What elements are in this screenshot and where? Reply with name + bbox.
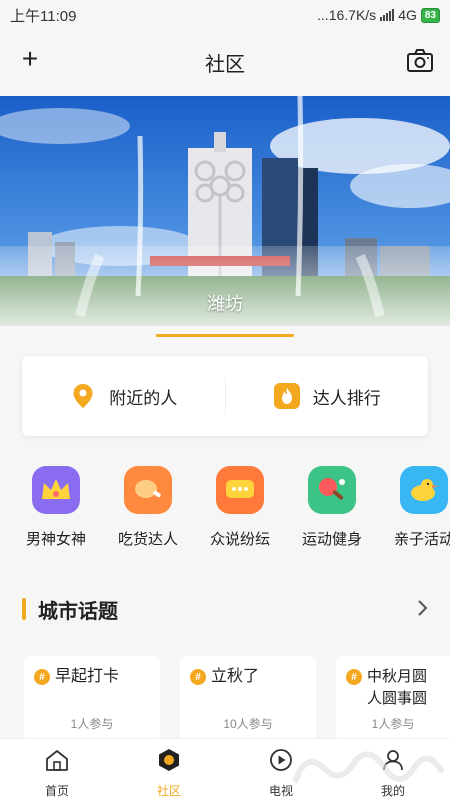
watermark-logo	[293, 751, 444, 783]
category-item[interactable]: 吃货达人	[102, 466, 194, 549]
status-time: 上午11:09	[10, 7, 77, 25]
category-item[interactable]: 男神女神	[10, 466, 102, 549]
carrier-label: 4G	[398, 7, 417, 23]
status-indicators: ...16.7K/s 4G 83	[317, 7, 440, 23]
camera-icon[interactable]	[406, 48, 434, 74]
plus-icon[interactable]: +	[16, 45, 44, 74]
nearby-people-label: 附近的人	[109, 388, 178, 408]
expert-ranking-button[interactable]: 达人排行	[226, 382, 429, 410]
banner-caption: 潍坊	[207, 294, 243, 314]
category-item[interactable]: 亲子活动	[378, 466, 450, 549]
tab-label: 首页	[44, 784, 69, 798]
category-item[interactable]: 运动健身	[286, 466, 378, 549]
ping-pong-icon	[308, 466, 356, 514]
category-label: 运动健身	[301, 531, 362, 548]
category-label: 亲子活动	[393, 531, 450, 548]
topic-participants: 10人参与	[223, 717, 273, 731]
topic-title: 早起打卡	[55, 668, 120, 685]
topic-card[interactable]: # 早起打卡 1人参与	[24, 656, 160, 740]
duck-icon	[400, 466, 448, 514]
quick-actions-card: 附近的人 达人排行	[22, 356, 428, 436]
topic-title: 立秋了	[211, 668, 260, 685]
topic-card[interactable]: # 立秋了 10人参与	[180, 656, 316, 740]
tab-community[interactable]: 社区	[124, 747, 214, 799]
banner-indicator	[156, 334, 294, 337]
tab-home[interactable]: 首页	[12, 747, 102, 799]
app-header: + 社区	[0, 30, 450, 94]
page-title: 社区	[205, 53, 245, 76]
category-row: 男神女神 吃货达人 众说纷纭 运动健身 亲子活动	[0, 466, 450, 556]
network-speed: ...16.7K/s	[317, 7, 377, 23]
city-banner[interactable]: 潍坊	[0, 96, 450, 326]
status-bar: 上午11:09 ...16.7K/s 4G 83	[0, 0, 450, 30]
topic-participants: 1人参与	[70, 717, 114, 731]
topic-card[interactable]: # 中秋月圆人圆事圆 1人参与	[336, 656, 450, 740]
category-item[interactable]: 众说纷纭	[194, 466, 286, 549]
topic-title: 中秋月圆人圆事圆	[367, 668, 428, 707]
category-label: 男神女神	[25, 531, 86, 548]
category-label: 众说纷纭	[209, 531, 270, 548]
category-label: 吃货达人	[117, 531, 178, 548]
drumstick-icon	[124, 466, 172, 514]
chevron-right-icon[interactable]	[416, 599, 428, 623]
section-title: 城市话题	[38, 600, 118, 623]
location-pin-icon	[73, 384, 93, 408]
hashtag-icon: #	[190, 669, 206, 685]
battery-icon: 83	[420, 7, 440, 23]
expert-ranking-label: 达人排行	[312, 388, 381, 408]
signal-icon	[380, 9, 395, 21]
hashtag-icon: #	[34, 669, 50, 685]
hashtag-icon: #	[346, 669, 362, 685]
topic-participants: 1人参与	[371, 717, 415, 731]
nearby-people-button[interactable]: 附近的人	[22, 382, 225, 410]
chat-bubble-icon	[216, 466, 264, 514]
city-topics-header[interactable]: 城市话题	[22, 594, 432, 624]
crown-icon	[32, 466, 80, 514]
community-icon	[159, 749, 179, 771]
tab-label: 社区	[156, 784, 181, 798]
home-icon	[46, 750, 68, 771]
flame-icon	[273, 383, 300, 409]
section-accent-bar	[22, 598, 26, 620]
